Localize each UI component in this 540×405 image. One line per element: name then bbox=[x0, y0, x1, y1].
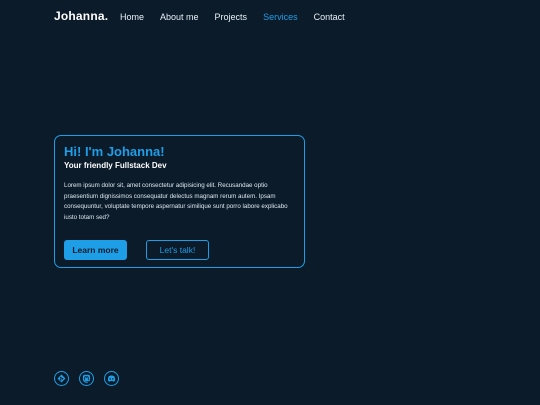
hero-description: Lorem ipsum dolor sit, amet consectetur … bbox=[64, 182, 288, 221]
discord-icon[interactable] bbox=[104, 371, 119, 386]
site-logo[interactable]: Johanna. bbox=[54, 9, 108, 23]
hero-greeting: Hi! I'm Johanna! bbox=[64, 144, 165, 159]
nav-item-services[interactable]: Services bbox=[263, 12, 298, 22]
nav-item-contact[interactable]: Contact bbox=[314, 12, 345, 22]
nav-item-projects[interactable]: Projects bbox=[215, 12, 248, 22]
nav-item-home[interactable]: Home bbox=[120, 12, 144, 22]
social-links bbox=[54, 371, 119, 386]
hero-subtitle: Your friendly Fullstack Dev bbox=[64, 161, 167, 170]
hero-card: Hi! I'm Johanna! Your friendly Fullstack… bbox=[54, 135, 305, 268]
page: Johanna. Home About me Projects Services… bbox=[0, 0, 540, 405]
top-navigation: Johanna. Home About me Projects Services… bbox=[0, 0, 540, 34]
git-icon[interactable] bbox=[54, 371, 69, 386]
nav-menu: Home About me Projects Services Contact bbox=[120, 12, 361, 22]
learn-more-button[interactable]: Learn more bbox=[64, 240, 127, 260]
lets-talk-button[interactable]: Let's talk! bbox=[146, 240, 209, 260]
nav-item-about[interactable]: About me bbox=[160, 12, 199, 22]
mastodon-icon[interactable] bbox=[79, 371, 94, 386]
